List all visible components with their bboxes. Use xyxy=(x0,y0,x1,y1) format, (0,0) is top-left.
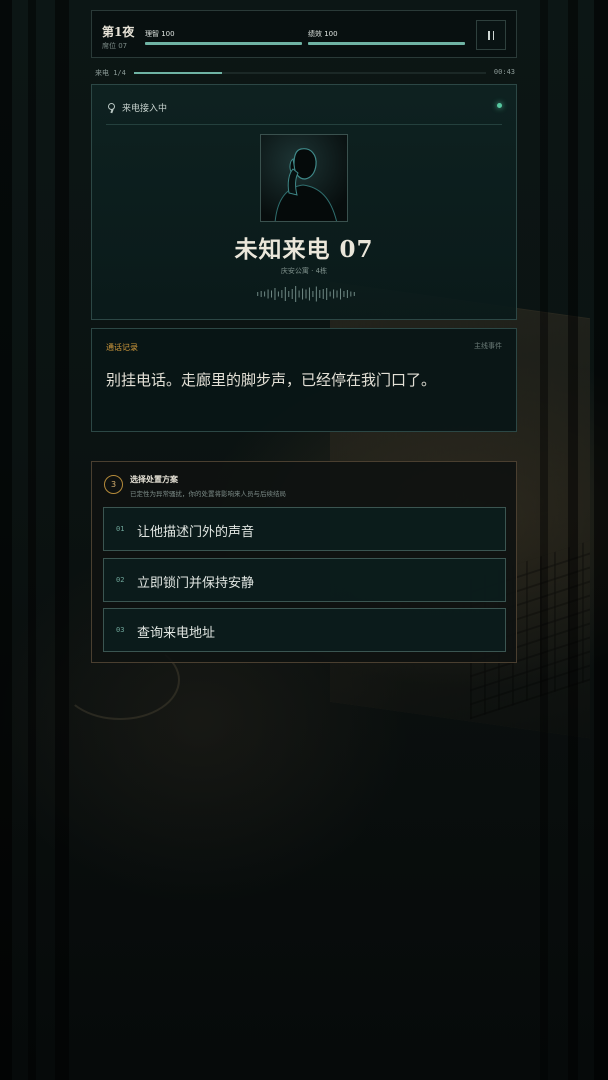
waveform-bar xyxy=(322,289,324,299)
option-number: 03 xyxy=(116,626,125,634)
waveform-bar xyxy=(291,289,293,299)
waveform-bar xyxy=(298,290,300,298)
step-number-badge: 3 xyxy=(104,475,123,494)
waveform-bar xyxy=(326,288,328,300)
waveform-bar xyxy=(271,290,273,298)
waveform-bar xyxy=(346,290,348,298)
waveform-bar xyxy=(260,291,262,297)
search-icon xyxy=(108,103,115,110)
transcript-panel: 通话记录 主线事件 别挂电话。走廊里的脚步声，已经停在我门口了。 xyxy=(91,328,517,432)
choice-option-3[interactable]: 03 查询来电地址 xyxy=(103,608,506,652)
choices-title: 选择处置方案 xyxy=(130,475,178,484)
waveform-bar xyxy=(284,287,286,301)
game-screen: 第1夜 席位 07 理智 100 绩效 100 来电 1/4 00:43 来电接… xyxy=(91,10,517,663)
waveform-bar xyxy=(277,291,279,297)
choice-option-2[interactable]: 02 立即锁门并保持安静 xyxy=(103,558,506,602)
background-stripe xyxy=(568,0,578,1080)
sanity-label: 理智 100 xyxy=(145,30,175,38)
choice-option-1[interactable]: 01 让他描述门外的声音 xyxy=(103,507,506,551)
live-indicator-dot xyxy=(497,103,502,108)
background-stripe xyxy=(540,0,548,1080)
waveform-bar xyxy=(315,286,317,302)
performance-stat: 绩效 100 xyxy=(308,29,465,45)
caller-name: 未知来电 07 xyxy=(234,236,374,263)
event-tag: 主线事件 xyxy=(474,342,502,350)
waveform-bar xyxy=(274,288,276,300)
waveform-bar xyxy=(264,291,266,297)
waveform-bar xyxy=(319,290,321,298)
call-status-text: 来电接入中 xyxy=(122,104,168,114)
waveform-bar xyxy=(350,291,352,297)
performance-bar-fill xyxy=(308,42,465,45)
call-status-bar: 来电接入中 xyxy=(106,85,502,125)
night-label: 第1夜 xyxy=(102,25,135,39)
option-label: 让他描述门外的声音 xyxy=(137,525,255,540)
call-count-label: 来电 1/4 xyxy=(95,69,126,77)
waveform-bar xyxy=(336,290,338,298)
waveform-bar xyxy=(333,289,335,299)
waveform-bar xyxy=(267,289,269,299)
sanity-bar xyxy=(145,42,302,45)
sanity-bar-fill xyxy=(145,42,302,45)
transcript-title: 通话记录 xyxy=(106,343,138,352)
waveform-bar xyxy=(329,291,331,297)
waveform-bar xyxy=(295,286,297,302)
waveform-bar xyxy=(281,290,283,298)
background-stripe xyxy=(55,0,69,1080)
performance-label: 绩效 100 xyxy=(308,30,338,38)
caller-location: 庆安公寓 · 4栋 xyxy=(280,267,328,275)
background-stripe xyxy=(594,0,608,1080)
background-stripe xyxy=(28,0,36,1080)
waveform-bar xyxy=(257,292,259,296)
background-stripe xyxy=(0,0,12,1080)
call-progress: 来电 1/4 00:43 xyxy=(91,60,517,84)
choices-subtitle: 已定性为异常骚扰，你的处置将影响来人员与后续结局 xyxy=(130,490,286,498)
waveform-bar xyxy=(353,292,355,296)
option-number: 01 xyxy=(116,525,125,533)
option-number: 02 xyxy=(116,576,125,584)
waveform-bar xyxy=(302,288,304,300)
seat-label: 席位 07 xyxy=(102,42,128,50)
call-progress-fill xyxy=(134,72,222,74)
voice-waveform xyxy=(257,286,355,302)
caller-card: 来电接入中 未知来电 07 庆安公寓 · 4栋 xyxy=(91,84,517,320)
dialogue-line: 别挂电话。走廊里的脚步声，已经停在我门口了。 xyxy=(106,371,437,389)
waveform-bar xyxy=(308,287,310,301)
waveform-bar xyxy=(305,289,307,299)
pause-icon xyxy=(488,30,494,40)
choices-panel: 3 选择处置方案 已定性为异常骚扰，你的处置将影响来人员与后续结局 01 让他描… xyxy=(91,461,517,663)
call-progress-bar xyxy=(134,72,486,74)
sanity-stat: 理智 100 xyxy=(145,29,302,45)
waveform-bar xyxy=(343,291,345,297)
waveform-bar xyxy=(339,288,341,300)
top-hud: 第1夜 席位 07 理智 100 绩效 100 xyxy=(91,10,517,58)
waveform-bar xyxy=(288,291,290,297)
performance-bar xyxy=(308,42,465,45)
call-timer: 00:43 xyxy=(493,68,515,76)
option-label: 立即锁门并保持安静 xyxy=(137,576,255,591)
caller-portrait xyxy=(260,134,348,222)
option-label: 查询来电地址 xyxy=(137,626,216,641)
waveform-bar xyxy=(312,291,314,297)
pause-button[interactable] xyxy=(476,20,506,50)
